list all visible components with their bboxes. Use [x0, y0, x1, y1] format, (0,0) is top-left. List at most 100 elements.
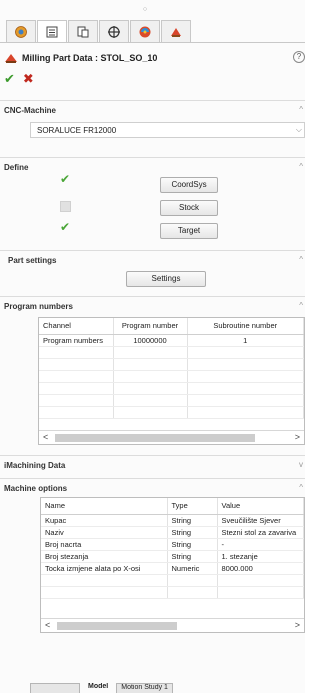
property-manager-tab-icon	[77, 26, 89, 37]
cnc-machine-value: SORALUCE FR12000	[37, 126, 117, 135]
target-done-check-icon: ✔	[60, 220, 71, 234]
table-cell: Program numbers	[39, 334, 114, 347]
coordsys-button[interactable]: CoordSys	[160, 177, 218, 193]
tab-display-manager[interactable]	[130, 20, 160, 42]
table-row[interactable]: Program numbers 10000000 1	[39, 334, 304, 347]
ok-check-icon[interactable]: ✔	[4, 71, 15, 87]
scroll-left-icon[interactable]: <	[45, 620, 50, 630]
table-row	[39, 370, 304, 383]
feature-manager-tab-icon	[46, 26, 58, 37]
cnc-machine-select[interactable]: SORALUCE FR12000 ⌵	[30, 122, 305, 138]
define-section: Define ^ ✔ CoordSys Stock ✔ Target	[0, 157, 305, 249]
program-numbers-section: Program numbers ^ Channel Program number…	[0, 296, 305, 448]
machine-options-header[interactable]: Machine options	[4, 484, 67, 493]
panel-header: Milling Part Data : STOL_SO_10 ?	[4, 50, 305, 66]
table-cell: Broj nacrta	[41, 538, 168, 551]
machine-options-table: Name Type Value Kupac String Sveučilište…	[40, 497, 305, 633]
horizontal-scrollbar[interactable]: < >	[39, 430, 304, 444]
help-icon[interactable]: ?	[293, 51, 305, 63]
scrollbar-thumb[interactable]	[57, 622, 177, 630]
imachining-header[interactable]: iMachining Data	[4, 461, 65, 470]
column-header-type[interactable]: Type	[167, 498, 218, 515]
milling-part-icon	[5, 54, 17, 63]
tab-feature-manager[interactable]	[37, 20, 67, 42]
tab-camworks[interactable]	[161, 20, 191, 42]
table-cell: Naziv	[41, 526, 168, 539]
part-settings-header[interactable]: Part settings	[8, 256, 56, 265]
table-row[interactable]: Broj nacrta String -	[41, 538, 304, 551]
target-button[interactable]: Target	[160, 223, 218, 239]
column-header-program-number[interactable]: Program number	[113, 318, 188, 335]
table-row[interactable]: Tocka izmjene alata po X-osi Numeric 800…	[41, 562, 304, 575]
table-cell: String	[167, 526, 218, 539]
cancel-x-icon[interactable]: ✖	[23, 71, 34, 87]
program-numbers-header[interactable]: Program numbers	[4, 302, 73, 311]
collapse-chevron-icon[interactable]: ^	[299, 301, 303, 310]
collapse-chevron-icon[interactable]: ^	[299, 105, 303, 114]
panel-grip-icon[interactable]: ○	[140, 6, 150, 14]
property-manager-panel: ○ Milling Part Data : STOL_SO_10 ? ✔ ✖ C…	[0, 0, 305, 693]
chevron-down-icon: ⌵	[295, 125, 302, 134]
configuration-manager-tab-icon	[108, 25, 120, 38]
column-header-value[interactable]: Value	[217, 498, 304, 515]
tab-configuration-manager[interactable]	[99, 20, 129, 42]
table-cell[interactable]: 8000.000	[217, 562, 304, 575]
define-header[interactable]: Define	[4, 163, 28, 172]
program-numbers-table: Channel Program number Subroutine number…	[38, 317, 305, 445]
table-cell: Numeric	[167, 562, 218, 575]
table-row	[39, 358, 304, 371]
table-row	[39, 382, 304, 395]
table-cell[interactable]: Stezni stol za zavariva	[217, 526, 304, 539]
tab-appearance[interactable]	[6, 20, 36, 42]
table-cell[interactable]: 1. stezanje	[217, 550, 304, 563]
appearance-tab-icon	[15, 25, 27, 38]
table-cell[interactable]: -	[217, 538, 304, 551]
table-cell[interactable]: 1	[187, 334, 304, 347]
page-title: Milling Part Data : STOL_SO_10	[22, 53, 158, 63]
bottom-tab-blank[interactable]	[30, 683, 80, 693]
table-row	[39, 346, 304, 359]
table-row	[41, 574, 304, 587]
collapse-chevron-icon[interactable]: ^	[299, 483, 303, 492]
imachining-section: iMachining Data v	[0, 455, 305, 477]
manager-tab-bar	[6, 20, 228, 42]
scroll-right-icon[interactable]: >	[295, 620, 300, 630]
table-cell: String	[167, 514, 218, 527]
scrollbar-thumb[interactable]	[55, 434, 255, 442]
scroll-left-icon[interactable]: <	[43, 432, 48, 442]
collapse-chevron-icon[interactable]: ^	[299, 162, 303, 171]
column-header-channel[interactable]: Channel	[39, 318, 114, 335]
machine-options-section: Machine options ^ Name Type Value Kupac …	[0, 478, 305, 638]
table-cell[interactable]: Sveučilište Sjever	[217, 514, 304, 527]
table-row	[39, 406, 304, 419]
table-row[interactable]: Kupac String Sveučilište Sjever	[41, 514, 304, 527]
part-settings-section: Part settings ^ Settings	[0, 250, 305, 294]
ok-cancel-group: ✔ ✖	[4, 71, 34, 87]
tab-bar-divider	[0, 42, 305, 43]
table-row	[41, 586, 304, 599]
tab-model[interactable]: Model	[84, 683, 112, 693]
stock-button[interactable]: Stock	[160, 200, 218, 216]
table-cell: Tocka izmjene alata po X-osi	[41, 562, 168, 575]
table-row	[39, 394, 304, 407]
collapse-chevron-icon[interactable]: ^	[299, 255, 303, 264]
table-row[interactable]: Naziv String Stezni stol za zavariva	[41, 526, 304, 539]
table-cell: String	[167, 538, 218, 551]
horizontal-scrollbar[interactable]: < >	[41, 618, 304, 632]
column-header-subroutine-number[interactable]: Subroutine number	[187, 318, 304, 335]
scroll-right-icon[interactable]: >	[295, 432, 300, 442]
expand-chevron-icon[interactable]: v	[299, 460, 303, 469]
table-cell: String	[167, 550, 218, 563]
column-header-name[interactable]: Name	[41, 498, 168, 515]
bottom-tab-strip: Model Motion Study 1	[30, 680, 305, 693]
table-row[interactable]: Broj stezanja String 1. stezanje	[41, 550, 304, 563]
tab-motion-study[interactable]: Motion Study 1	[116, 683, 173, 693]
tab-property-manager[interactable]	[68, 20, 98, 42]
stock-status-box-icon	[60, 201, 71, 212]
cnc-machine-header[interactable]: CNC-Machine	[4, 106, 56, 115]
coordsys-done-check-icon: ✔	[60, 172, 71, 186]
settings-button[interactable]: Settings	[126, 271, 206, 287]
table-cell[interactable]: 10000000	[113, 334, 188, 347]
table-cell: Kupac	[41, 514, 168, 527]
camworks-tab-icon	[171, 27, 181, 37]
